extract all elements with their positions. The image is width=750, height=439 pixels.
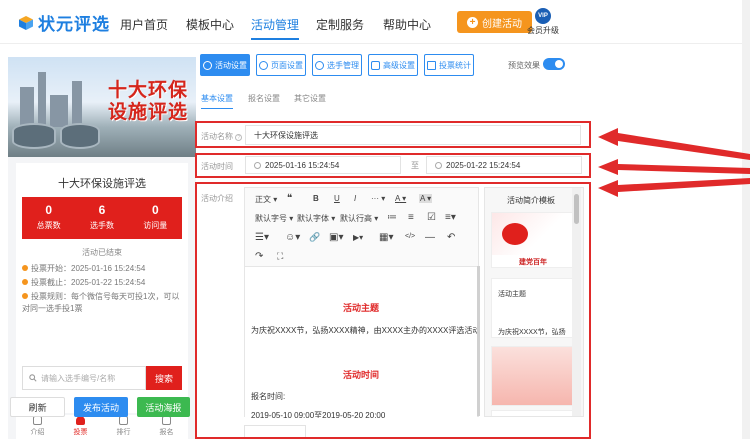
preview-effect-toggle[interactable] [543, 58, 565, 70]
gear-icon [203, 60, 212, 70]
refresh-button[interactable]: 刷新 [10, 397, 66, 417]
activity-ended-text: 活动已结束 [82, 248, 122, 257]
page-gear-icon [259, 60, 268, 70]
bullet-dot-icon [22, 279, 28, 285]
user-icon [76, 416, 85, 425]
tab-page-settings[interactable]: 页面设置 [256, 54, 306, 76]
preview-actions: 刷新 发布活动 活动海报 [10, 397, 190, 417]
stat-total-votes: 0 总票数 [22, 197, 75, 239]
vip-upgrade[interactable]: VIP 会员升级 [526, 8, 560, 36]
subtab-other[interactable]: 其它设置 [294, 93, 326, 104]
banner-building [38, 72, 46, 127]
tab-page-settings-label: 页面设置 [271, 60, 303, 70]
plus-icon: + [467, 16, 478, 28]
nav-template-center[interactable]: 模板中心 [186, 16, 234, 33]
nav-user-home[interactable]: 用户首页 [120, 16, 168, 33]
bar-chart-icon [427, 60, 436, 70]
tab-contestant-manage-label: 选手管理 [327, 60, 359, 70]
stat-label: 总票数 [36, 221, 61, 230]
tab-signup-label: 报名 [159, 429, 174, 436]
tab-ranking[interactable]: 排行 [102, 415, 145, 439]
contestant-search: 请输入选手编号/名称 搜索 [22, 366, 182, 390]
stat-contestants: 6 选手数 [75, 197, 128, 239]
search-placeholder: 请输入选手编号/名称 [41, 373, 116, 383]
annotation-arrows [598, 128, 750, 197]
mobile-preview-panel: 十大环保 设施评选 十大环保设施评选 0 总票数 6 选手数 0 访问量 活动已… [8, 57, 196, 439]
intro-icon [33, 416, 42, 425]
tab-vote-stats-label: 投票统计 [439, 60, 471, 70]
tab-activity-settings-label: 活动设置 [215, 60, 247, 70]
banner-building [50, 95, 68, 127]
stat-value: 0 [45, 203, 52, 217]
preview-effect-label: 预览效果 [508, 61, 540, 70]
banner-building [72, 81, 82, 127]
vote-end-text: 投票截止：2025-01-22 15:24:54 [31, 278, 146, 287]
banner-tank [60, 123, 100, 149]
users-icon [315, 60, 324, 70]
create-activity-label: 创建活动 [482, 18, 522, 30]
vote-rule: 投票规则：每个微信号每天可投1次，可以对同一选手投1票 [22, 291, 182, 315]
activity-banner: 十大环保 设施评选 [8, 57, 196, 157]
vote-start-text: 投票开始：2025-01-16 15:24:54 [31, 264, 146, 273]
tab-contestant-manage[interactable]: 选手管理 [312, 54, 362, 76]
arrow-icon [598, 128, 750, 160]
tab-intro[interactable]: 介绍 [16, 415, 59, 439]
sliders-icon [371, 60, 380, 70]
publish-activity-button[interactable]: 发布活动 [74, 397, 128, 417]
annotation-box-intro [195, 182, 591, 439]
tab-vote-label: 投票 [73, 429, 88, 436]
nav-activity-manage[interactable]: 活动管理 [251, 16, 300, 40]
arrow-icon [598, 178, 750, 197]
bullet-dot-icon [22, 265, 28, 271]
tab-activity-settings[interactable]: 活动设置 [200, 54, 250, 76]
stats-bar: 0 总票数 6 选手数 0 访问量 [22, 197, 182, 239]
tab-vote-stats[interactable]: 投票统计 [424, 54, 474, 76]
arrow-icon [598, 159, 750, 175]
tab-ranking-label: 排行 [116, 429, 131, 436]
top-nav: 状元评选 用户首页 模板中心 活动管理 定制服务 帮助中心 + 创建活动 VIP… [0, 0, 750, 44]
signup-icon [162, 416, 171, 425]
banner-tank [12, 123, 56, 149]
activity-poster-button[interactable]: 活动海报 [136, 397, 190, 417]
stat-value: 0 [151, 203, 159, 217]
brand-name: 状元评选 [38, 15, 110, 34]
search-button[interactable]: 搜索 [146, 366, 182, 390]
tab-signup[interactable]: 报名 [145, 415, 188, 439]
vip-badge-icon: VIP [535, 8, 551, 24]
search-icon [29, 374, 37, 382]
stat-label: 访问量 [143, 221, 168, 230]
nav-help-center[interactable]: 帮助中心 [383, 16, 431, 33]
nav-custom-service[interactable]: 定制服务 [316, 16, 364, 33]
vote-rule-text: 投票规则：每个微信号每天可投1次，可以对同一选手投1票 [22, 292, 180, 313]
activity-title: 十大环保设施评选 [58, 178, 146, 190]
page-scrollbar[interactable] [742, 0, 750, 439]
stat-value: 6 [98, 203, 106, 217]
activity-info-card: 十大环保设施评选 0 总票数 6 选手数 0 访问量 活动已结束 投票开始：20… [16, 163, 188, 413]
tab-advanced-settings[interactable]: 高级设置 [368, 54, 418, 76]
stat-visits: 0 访问量 [129, 197, 182, 239]
tab-vote[interactable]: 投票 [59, 415, 102, 439]
vote-end: 投票截止：2025-01-22 15:24:54 [22, 277, 182, 289]
banner-title-line2: 设施评选 [107, 101, 188, 123]
preview-tabbar: 介绍 投票 排行 报名 [16, 415, 188, 439]
brand-logo[interactable]: 状元评选 [18, 10, 110, 35]
banner-title-line1: 十大环保 [107, 79, 188, 101]
annotation-box-name [195, 121, 591, 148]
create-activity-button[interactable]: + 创建活动 [457, 11, 532, 33]
tab-intro-label: 介绍 [30, 429, 45, 436]
cube-logo-icon [19, 15, 33, 30]
ranking-icon [119, 416, 128, 425]
subtab-basic[interactable]: 基本设置 [201, 93, 233, 109]
annotation-box-time [195, 153, 591, 178]
vip-upgrade-label: 会员升级 [527, 26, 559, 35]
banner-building [20, 87, 34, 127]
contestant-search-input[interactable]: 请输入选手编号/名称 [22, 366, 146, 390]
subtab-signup[interactable]: 报名设置 [248, 93, 280, 104]
bullet-dot-icon [22, 293, 28, 299]
vote-start: 投票开始：2025-01-16 15:24:54 [22, 263, 182, 275]
stat-label: 选手数 [89, 221, 114, 230]
banner-title: 十大环保 设施评选 [108, 79, 188, 123]
tab-advanced-settings-label: 高级设置 [383, 60, 415, 70]
